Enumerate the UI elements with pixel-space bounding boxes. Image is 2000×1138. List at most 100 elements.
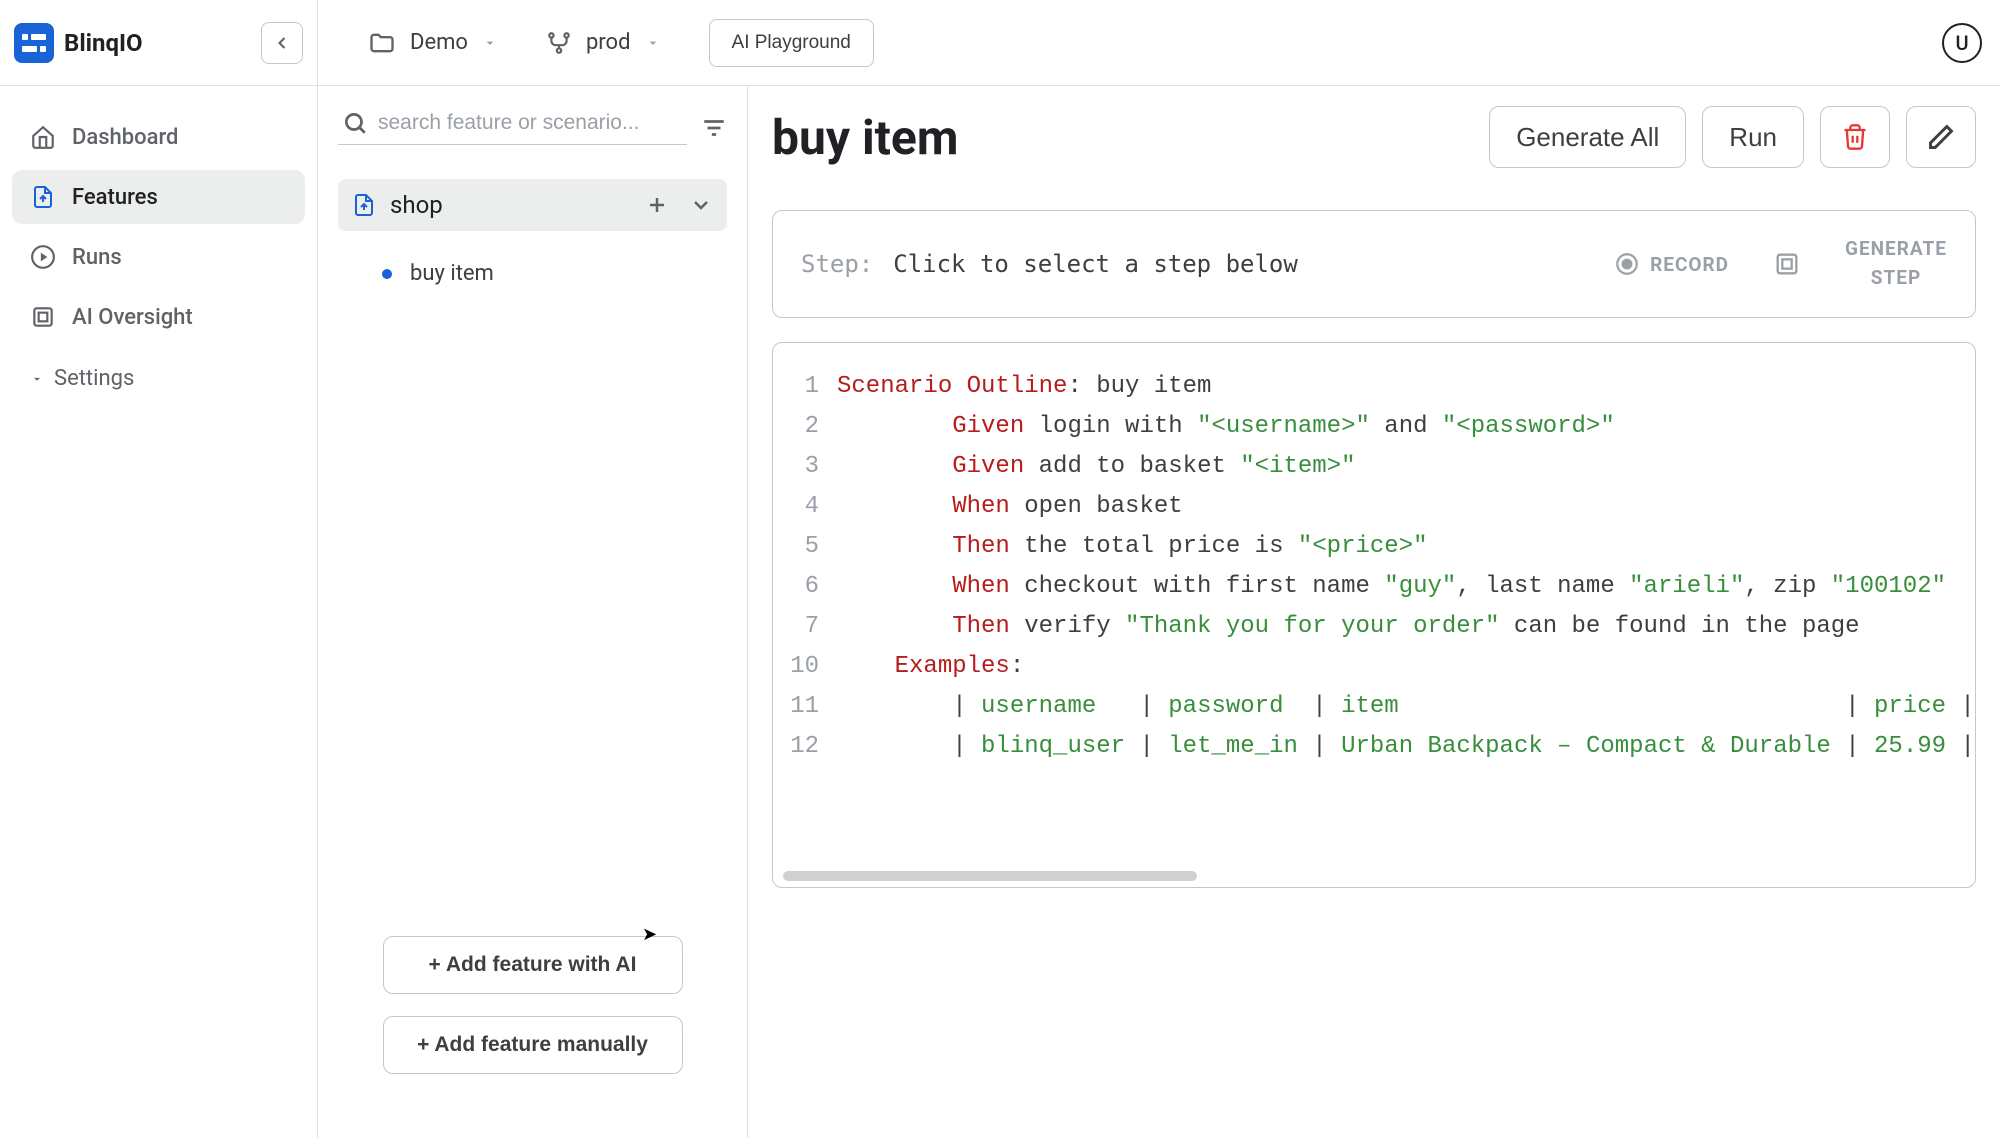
trash-icon <box>1841 123 1869 151</box>
code-editor[interactable]: 1Scenario Outline: buy item2 Given login… <box>772 342 1976 888</box>
plus-icon <box>645 193 669 217</box>
code-content: Scenario Outline: buy item <box>837 367 1211 407</box>
code-line[interactable]: 2 Given login with "<username>" and "<pa… <box>783 407 1975 447</box>
topbar-controls: Demo prod AI Playground U <box>318 19 2000 67</box>
brand-area: BlinqIO <box>0 0 318 85</box>
brand[interactable]: BlinqIO <box>14 23 143 63</box>
line-number: 12 <box>783 727 837 767</box>
horizontal-scrollbar[interactable] <box>783 871 1197 881</box>
sidebar-item-settings[interactable]: Settings <box>12 354 305 403</box>
delete-button[interactable] <box>1820 106 1890 168</box>
sidebar-item-label: Runs <box>72 245 122 270</box>
code-content: Then the total price is "<price>" <box>837 527 1428 567</box>
filter-icon <box>701 115 727 141</box>
record-icon <box>1614 251 1640 277</box>
search-input[interactable] <box>378 111 683 135</box>
chevron-down-icon <box>482 35 498 51</box>
sidebar-item-label: Features <box>72 185 158 210</box>
record-button[interactable]: RECORD <box>1614 251 1729 277</box>
add-feature-manual-button[interactable]: + Add feature manually <box>383 1016 683 1074</box>
ai-playground-button[interactable]: AI Playground <box>709 19 874 67</box>
sidebar-item-label: Dashboard <box>72 125 178 150</box>
project-selector[interactable]: Demo <box>368 29 498 57</box>
sidebar: Dashboard Features Runs AI Oversight Set… <box>0 86 318 1138</box>
scenario-item-label: buy item <box>410 261 494 286</box>
line-number: 3 <box>783 447 837 487</box>
code-line[interactable]: 7 Then verify "Thank you for your order"… <box>783 607 1975 647</box>
code-line[interactable]: 6 When checkout with first name "guy", l… <box>783 567 1975 607</box>
code-line[interactable]: 10 Examples: <box>783 647 1975 687</box>
search-icon <box>342 110 368 136</box>
line-number: 4 <box>783 487 837 527</box>
add-scenario-button[interactable] <box>645 193 669 217</box>
sidebar-item-runs[interactable]: Runs <box>12 230 305 284</box>
chevron-down-icon <box>645 35 661 51</box>
project-label: Demo <box>410 30 468 55</box>
play-circle-icon <box>30 244 56 270</box>
filter-button[interactable] <box>701 115 727 141</box>
code-content: Examples: <box>837 647 1024 687</box>
status-dot-icon <box>382 269 392 279</box>
code-line[interactable]: 4 When open basket <box>783 487 1975 527</box>
chevron-down-icon <box>689 193 713 217</box>
generate-step-button[interactable]: GENERATE STEP <box>1845 236 1947 291</box>
editor-header: buy item Generate All Run <box>772 106 1976 168</box>
code-content: Given login with "<username>" and "<pass… <box>837 407 1615 447</box>
sidebar-item-ai-oversight[interactable]: AI Oversight <box>12 290 305 344</box>
code-content: Then verify "Thank you for your order" c… <box>837 607 1860 647</box>
code-line[interactable]: 12 | blinq_user | let_me_in | Urban Back… <box>783 727 1975 767</box>
collapse-sidebar-button[interactable] <box>261 22 303 64</box>
home-icon <box>30 124 56 150</box>
env-selector[interactable]: prod <box>546 30 661 56</box>
code-content: When checkout with first name "guy", las… <box>837 567 1946 607</box>
run-button[interactable]: Run <box>1702 106 1804 168</box>
line-number: 1 <box>783 367 837 407</box>
file-icon <box>30 184 56 210</box>
add-buttons: + Add feature with AI + Add feature manu… <box>338 936 727 1074</box>
feature-panel: shop buy item + Add feature with AI + Ad… <box>318 86 748 1138</box>
code-line[interactable]: 5 Then the total price is "<price>" <box>783 527 1975 567</box>
oversight-icon <box>30 304 56 330</box>
avatar[interactable]: U <box>1942 23 1982 63</box>
line-number: 7 <box>783 607 837 647</box>
env-label: prod <box>586 30 631 55</box>
line-number: 5 <box>783 527 837 567</box>
file-icon <box>352 191 376 219</box>
code-content: | username | password | item | price | <box>837 687 1975 727</box>
line-number: 2 <box>783 407 837 447</box>
code-line[interactable]: 3 Given add to basket "<item>" <box>783 447 1975 487</box>
editor-panel: buy item Generate All Run Step: Click to… <box>748 86 2000 1138</box>
line-number: 11 <box>783 687 837 727</box>
sidebar-item-features[interactable]: Features <box>12 170 305 224</box>
edit-button[interactable] <box>1906 106 1976 168</box>
generate-all-button[interactable]: Generate All <box>1489 106 1686 168</box>
step-bar: Step: Click to select a step below RECOR… <box>772 210 1976 318</box>
code-content: When open basket <box>837 487 1183 527</box>
search-wrap <box>338 110 687 145</box>
branch-icon <box>546 30 572 56</box>
sidebar-item-dashboard[interactable]: Dashboard <box>12 110 305 164</box>
search-row <box>338 110 727 145</box>
add-feature-ai-button[interactable]: + Add feature with AI <box>383 936 683 994</box>
avatar-initial: U <box>1955 31 1968 55</box>
feature-name: shop <box>390 191 631 219</box>
generate-step-icon <box>1773 250 1801 278</box>
chevron-left-icon <box>272 33 292 53</box>
code-content: Given add to basket "<item>" <box>837 447 1356 487</box>
sidebar-item-label: AI Oversight <box>72 305 193 330</box>
sidebar-item-label: Settings <box>54 366 134 391</box>
code-line[interactable]: 11 | username | password | item | price … <box>783 687 1975 727</box>
caret-down-icon <box>30 372 44 386</box>
brand-logo-icon <box>14 23 54 63</box>
folder-icon <box>368 29 396 57</box>
brand-name: BlinqIO <box>64 29 143 57</box>
line-number: 6 <box>783 567 837 607</box>
scenario-item[interactable]: buy item <box>338 249 727 298</box>
pencil-icon <box>1927 123 1955 151</box>
expand-feature-button[interactable] <box>689 193 713 217</box>
code-line[interactable]: 1Scenario Outline: buy item <box>783 367 1975 407</box>
page-title: buy item <box>772 109 958 166</box>
feature-header[interactable]: shop <box>338 179 727 231</box>
main-layout: Dashboard Features Runs AI Oversight Set… <box>0 86 2000 1138</box>
step-hint[interactable]: Click to select a step below <box>893 250 1594 278</box>
